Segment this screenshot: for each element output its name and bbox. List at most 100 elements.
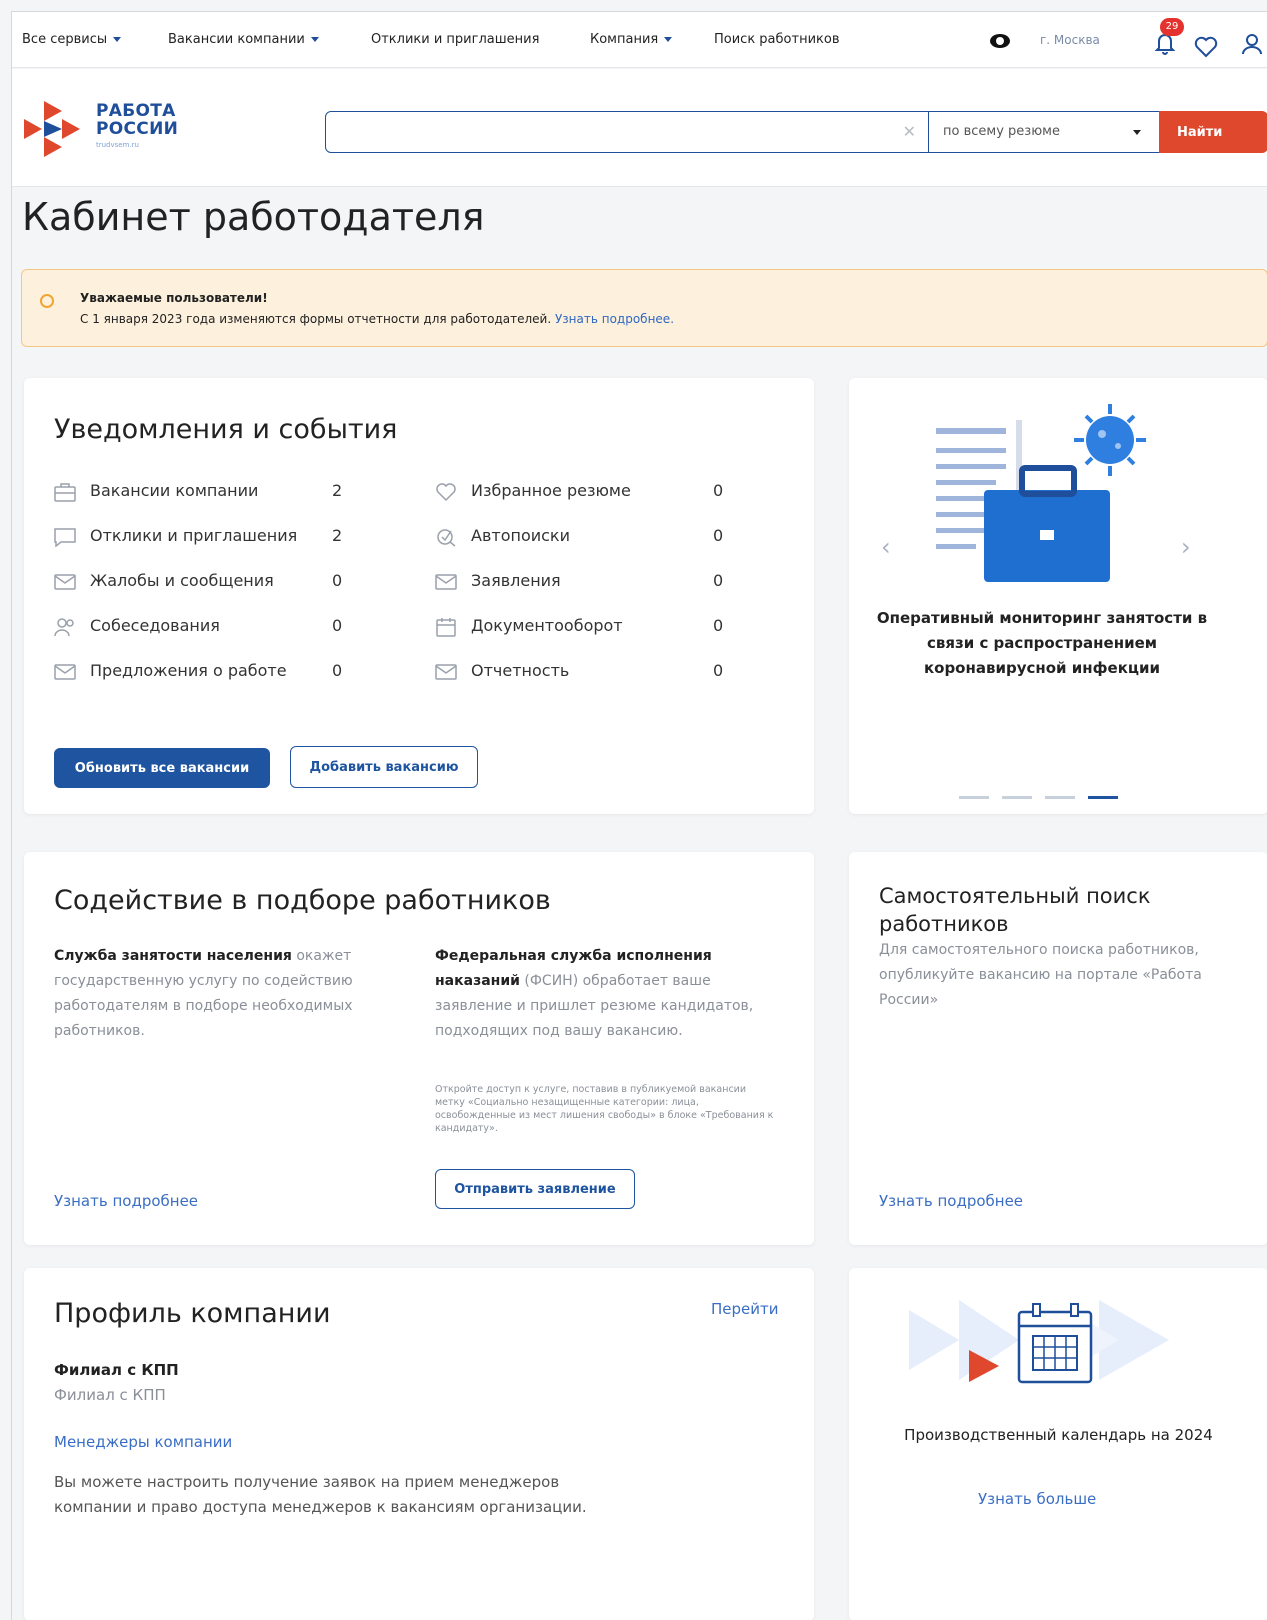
notif-row-interviews[interactable]: Собеседования 0 [54, 615, 354, 639]
favorites-heart-icon[interactable] [1194, 36, 1218, 58]
notifications-title: Уведомления и события [54, 414, 398, 445]
notifications-badge: 29 [1160, 18, 1184, 36]
site-logo[interactable]: РАБОТА РОССИИ trudvsem.ru [22, 99, 187, 159]
assist-fsin-text: Федеральная служба исполнения наказаний … [435, 944, 765, 1044]
assist-col1-bold: Служба занятости населения [54, 948, 292, 964]
chevron-down-icon [1133, 130, 1141, 135]
notif-count: 0 [332, 661, 343, 680]
nav-label: Поиск работников [714, 32, 840, 47]
site-header: РАБОТА РОССИИ trudvsem.ru ✕ по всему рез… [12, 69, 1267, 187]
search-input[interactable]: ✕ [325, 111, 929, 153]
clear-icon[interactable]: ✕ [903, 122, 916, 141]
nav-worker-search[interactable]: Поиск работников [714, 32, 840, 47]
mail-icon [54, 664, 76, 680]
notif-label: Предложения о работе [90, 661, 287, 680]
search-scope-select[interactable]: по всему резюме [929, 111, 1159, 153]
city-selector[interactable]: г. Москва [1040, 33, 1100, 47]
mail-icon [435, 664, 457, 680]
nav-label: Вакансии компании [168, 32, 305, 47]
carousel-card: ‹ › Оперативный мониторинг занятости в с… [849, 378, 1267, 814]
notif-count: 0 [713, 661, 724, 680]
notif-row-offers[interactable]: Предложения о работе 0 [54, 660, 354, 684]
update-vacancies-button[interactable]: Обновить все вакансии [54, 748, 270, 788]
notif-row-autosearch[interactable]: Автопоиски 0 [435, 525, 735, 549]
carousel-prev-icon[interactable]: ‹ [881, 533, 891, 561]
eye-icon[interactable] [990, 34, 1010, 48]
assist-title: Содействие в подборе работников [54, 885, 551, 916]
people-icon [54, 618, 74, 637]
carousel-dot[interactable] [959, 796, 989, 799]
carousel-next-icon[interactable]: › [1181, 533, 1191, 561]
profile-go-link[interactable]: Перейти [711, 1300, 779, 1318]
notif-count: 0 [713, 481, 724, 500]
notif-row-documents[interactable]: Документооборот 0 [435, 615, 735, 639]
nav-all-services[interactable]: Все сервисы [22, 32, 122, 47]
notif-label: Жалобы и сообщения [90, 571, 274, 590]
nav-label: Отклики и приглашения [371, 32, 540, 47]
notif-count: 0 [332, 571, 343, 590]
alert-text: С 1 января 2023 года изменяются формы от… [80, 312, 674, 326]
notif-row-applications[interactable]: Заявления 0 [435, 570, 735, 594]
carousel-dot[interactable] [1002, 796, 1032, 799]
self-search-card: Самостоятельный поиск работников Для сам… [849, 852, 1267, 1245]
notif-row-reports[interactable]: Отчетность 0 [435, 660, 735, 684]
notif-count: 2 [332, 526, 343, 545]
briefcase-icon [54, 483, 76, 502]
calendar-more-link[interactable]: Узнать больше [978, 1490, 1096, 1508]
announcement-alert: Уважаемые пользователи! С 1 января 2023 … [21, 269, 1267, 347]
logo-arrows-icon [24, 101, 80, 157]
managers-link[interactable]: Менеджеры компании [54, 1433, 232, 1451]
add-vacancy-button[interactable]: Добавить вакансию [290, 746, 478, 788]
user-icon[interactable] [1240, 32, 1264, 56]
chevron-down-icon [310, 37, 319, 42]
notif-count: 2 [332, 481, 343, 500]
calendar-caption: Производственный календарь на 2024 [904, 1426, 1213, 1444]
send-application-button[interactable]: Отправить заявление [435, 1169, 635, 1209]
company-profile-card: Профиль компании Перейти Филиал с КПП Фи… [24, 1268, 814, 1620]
heart-icon [436, 483, 456, 502]
nav-label: Все сервисы [22, 32, 108, 47]
page-title: Кабинет работодателя [22, 195, 485, 239]
notif-label: Собеседования [90, 616, 220, 635]
logo-text: РАБОТА [96, 101, 176, 121]
alert-body: С 1 января 2023 года изменяются формы от… [80, 312, 552, 326]
notif-row-vacancies[interactable]: Вакансии компании 2 [54, 480, 354, 504]
alert-title: Уважаемые пользователи! [80, 291, 268, 305]
info-circle-icon [40, 294, 54, 308]
recruitment-assist-card: Содействие в подборе работников Служба з… [24, 852, 814, 1245]
profile-title: Профиль компании [54, 1298, 331, 1329]
chevron-down-icon [113, 37, 122, 42]
chat-icon [54, 528, 76, 547]
notif-label: Отклики и приглашения [90, 526, 298, 545]
calendar-illustration [909, 1300, 1169, 1384]
notifications-card: Уведомления и события Вакансии компании … [24, 378, 814, 814]
notif-label: Заявления [471, 571, 561, 590]
alert-more-link[interactable]: Узнать подробнее. [555, 312, 674, 326]
nav-responses[interactable]: Отклики и приглашения [371, 32, 539, 47]
self-search-more-link[interactable]: Узнать подробнее [879, 1192, 1023, 1210]
search-scope-value: по всему резюме [943, 124, 1060, 139]
mail-icon [54, 574, 76, 590]
notif-count: 0 [713, 571, 724, 590]
calendar-icon [436, 618, 456, 637]
notif-row-complaints[interactable]: Жалобы и сообщения 0 [54, 570, 354, 594]
carousel-dot[interactable] [1045, 796, 1075, 799]
notif-row-favorites[interactable]: Избранное резюме 0 [435, 480, 735, 504]
notif-count: 0 [713, 526, 724, 545]
nav-company[interactable]: Компания [590, 32, 673, 47]
carousel-dot-active[interactable] [1088, 796, 1118, 799]
notif-label: Вакансии компании [90, 481, 259, 500]
notif-label: Отчетность [471, 661, 570, 680]
branch-subtitle: Филиал с КПП [54, 1386, 166, 1404]
chevron-down-icon [664, 37, 673, 42]
branch-name: Филиал с КПП [54, 1361, 179, 1379]
self-search-title: Самостоятельный поиск работников [879, 884, 1151, 936]
nav-label: Компания [590, 32, 659, 47]
nav-company-vacancies[interactable]: Вакансии компании [168, 32, 319, 47]
assist-more-link[interactable]: Узнать подробнее [54, 1192, 198, 1210]
mail-icon [435, 574, 457, 590]
notif-row-responses[interactable]: Отклики и приглашения 2 [54, 525, 354, 549]
briefcase-illustration [936, 404, 1146, 582]
search-button[interactable]: Найти [1159, 111, 1267, 153]
assist-employment-service-text: Служба занятости населения окажет госуда… [54, 944, 410, 1044]
